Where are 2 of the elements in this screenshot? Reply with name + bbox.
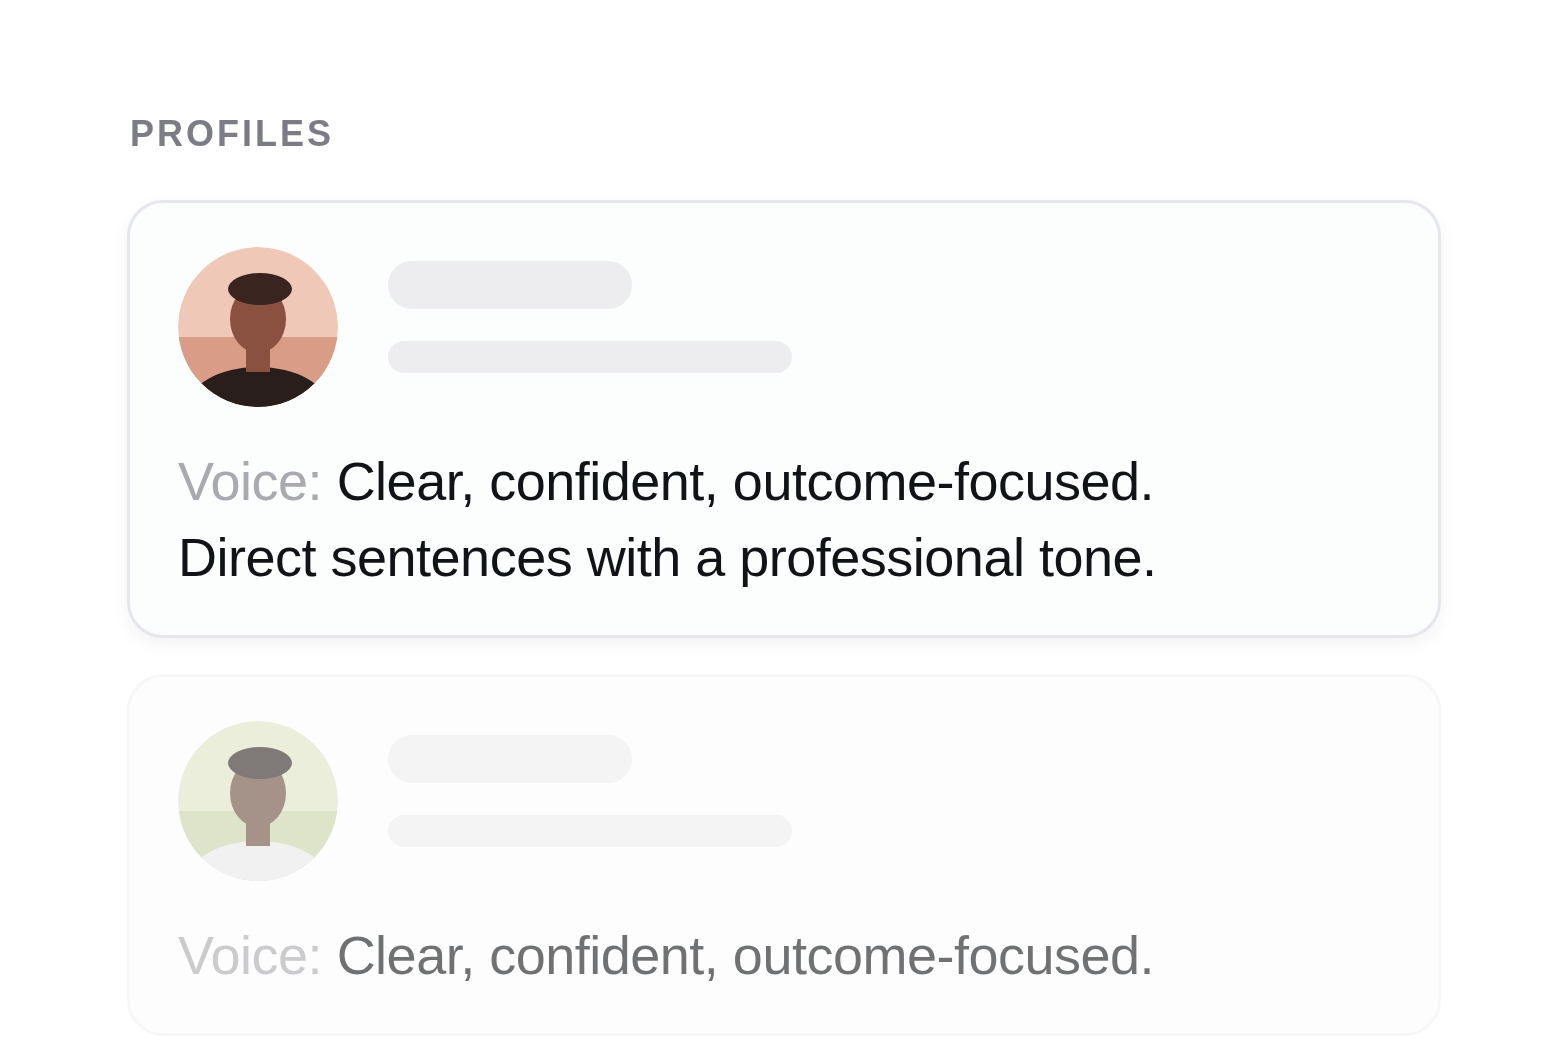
voice-description: Voice: Clear, confident, outcome-focused. Direct sentences with a professional tone.	[178, 450, 1158, 589]
section-title: PROFILES	[130, 112, 336, 156]
